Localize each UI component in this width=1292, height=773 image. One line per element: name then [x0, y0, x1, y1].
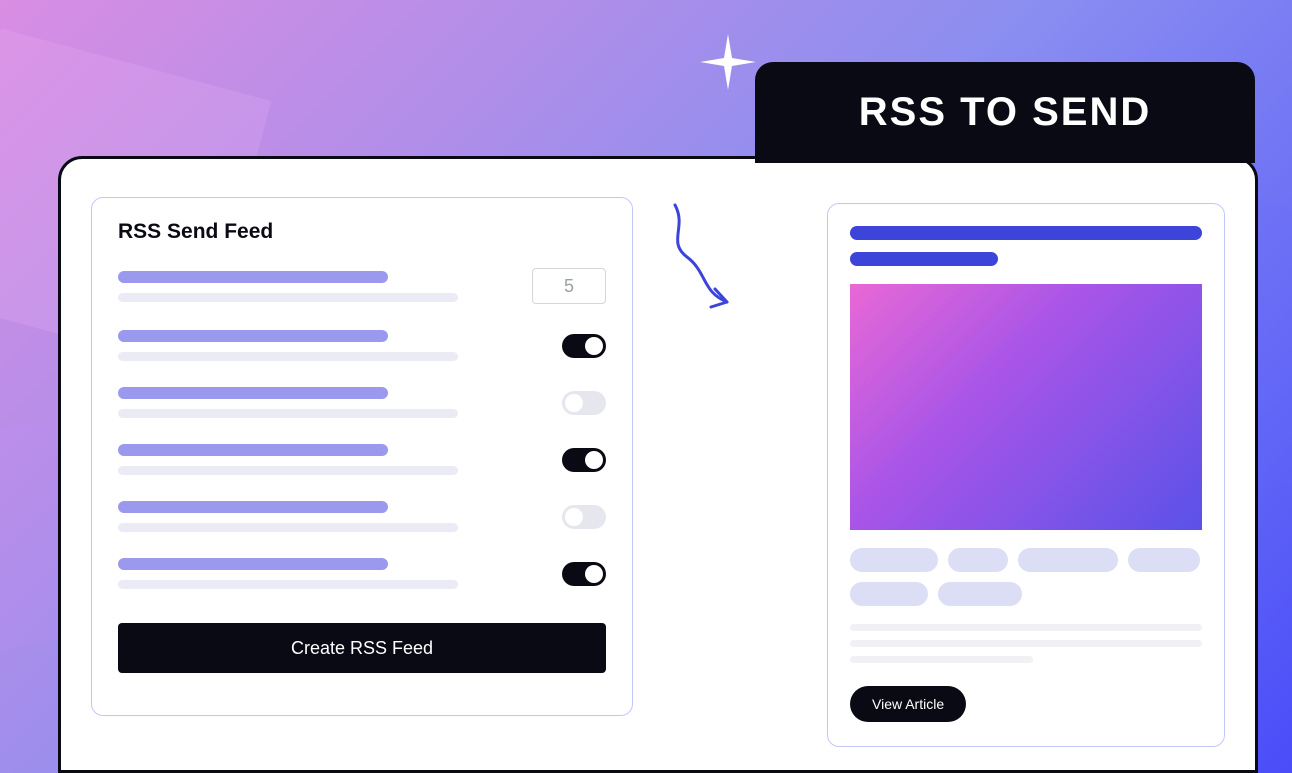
header-card: RSS TO SEND	[755, 62, 1255, 163]
skeleton-label	[118, 330, 388, 342]
toggle-switch[interactable]	[562, 448, 606, 472]
skeleton-sublabel	[118, 293, 458, 302]
form-heading: RSS Send Feed	[118, 220, 606, 244]
form-row-text	[118, 387, 562, 418]
preview-title-skeleton	[850, 226, 1202, 240]
toggle-switch[interactable]	[562, 562, 606, 586]
form-row	[118, 268, 606, 304]
skeleton-label	[118, 558, 388, 570]
tag-pill	[948, 548, 1008, 572]
form-row-text	[118, 558, 562, 589]
toggle-switch[interactable]	[562, 391, 606, 415]
skeleton-sublabel	[118, 523, 458, 532]
tag-pill	[1018, 548, 1118, 572]
form-row-text	[118, 330, 562, 361]
arrow-icon	[647, 197, 757, 317]
article-preview-card: View Article	[827, 203, 1225, 747]
tag-pill	[850, 582, 928, 606]
header-title: RSS TO SEND	[791, 90, 1219, 135]
form-row	[118, 501, 606, 532]
tag-pill	[1128, 548, 1200, 572]
create-rss-feed-button[interactable]: Create RSS Feed	[118, 623, 606, 673]
skeleton-label	[118, 501, 388, 513]
form-row	[118, 444, 606, 475]
skeleton-label	[118, 387, 388, 399]
form-row	[118, 558, 606, 589]
skeleton-label	[118, 444, 388, 456]
form-row	[118, 387, 606, 418]
sparkle-icon	[698, 32, 758, 92]
tag-pill	[938, 582, 1022, 606]
view-article-button[interactable]: View Article	[850, 686, 966, 722]
toggle-switch[interactable]	[562, 334, 606, 358]
preview-body-skeleton	[850, 624, 1202, 663]
skeleton-sublabel	[118, 466, 458, 475]
rss-form-card: RSS Send Feed	[91, 197, 633, 716]
preview-title-skeleton	[850, 252, 998, 266]
skeleton-sublabel	[118, 352, 458, 361]
preview-hero-image	[850, 284, 1202, 530]
form-row-text	[118, 501, 562, 532]
main-container: RSS Send Feed	[58, 156, 1258, 773]
tag-pill	[850, 548, 938, 572]
count-input[interactable]	[532, 268, 606, 304]
form-row-text	[118, 444, 562, 475]
skeleton-sublabel	[118, 409, 458, 418]
form-row	[118, 330, 606, 361]
form-row-text	[118, 271, 532, 302]
skeleton-label	[118, 271, 388, 283]
toggle-switch[interactable]	[562, 505, 606, 529]
preview-tags	[850, 548, 1202, 606]
skeleton-sublabel	[118, 580, 458, 589]
